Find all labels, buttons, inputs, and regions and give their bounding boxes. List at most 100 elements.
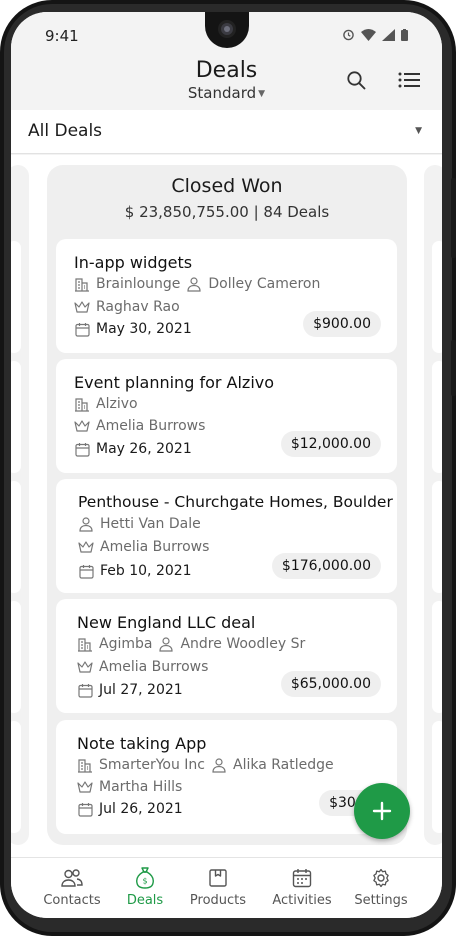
deal-title: In-app widgets [74,253,193,272]
partial-card [432,241,442,353]
crown-icon [74,299,90,315]
calendar-icon [74,441,90,457]
nav-deals[interactable]: $ Deals [107,866,183,908]
deal-title: Penthouse - Churchgate Homes, Boulder [78,493,393,511]
deal-owner: Amelia Burrows [96,418,206,434]
deal-amount: $65,000.00 [280,671,381,697]
deal-owner-row: Raghav Rao [74,299,180,315]
bottom-navigation: Contacts $ Deals Products Activities Set… [11,857,442,918]
deal-account-row: Brainlounge Dolley Cameron [74,276,320,292]
deal-account: SmarterYou Inc [99,757,205,773]
deal-owner: Amelia Burrows [99,659,209,675]
deal-owner-row: Martha Hills [77,779,182,795]
deal-account-row: Agimba Andre Woodley Sr [77,636,305,652]
deal-contact: Hetti Van Dale [100,516,201,532]
building-icon [74,276,90,292]
caret-down-icon: ▼ [258,88,266,99]
caret-down-icon: ▼ [415,126,422,136]
deal-title: Note taking App [77,734,207,753]
building-icon [74,396,90,412]
deal-date: Jul 26, 2021 [99,801,183,817]
deal-date-row: May 30, 2021 [74,321,192,337]
deal-card[interactable]: Event planning for Alzivo Alzivo Amelia … [56,359,397,473]
kanban-board[interactable]: Closed Won $ 23,850,755.00 | 84 Deals In… [11,155,442,857]
deal-card[interactable]: New England LLC deal Agimba Andre Woodle… [56,599,397,713]
deal-owner: Amelia Burrows [100,539,210,555]
page-title: Deals [195,58,258,83]
nav-deals-label: Deals [126,893,164,908]
person-icon [211,757,227,773]
next-stage-column[interactable] [424,165,442,845]
deal-amount: $176,000.00 [271,553,381,579]
partial-card [11,481,21,593]
partial-card [11,721,21,833]
deal-date: Jul 27, 2021 [99,682,183,698]
deal-account-row: SmarterYou Inc Alika Ratledge [77,757,334,773]
nav-contacts[interactable]: Contacts [34,866,110,908]
partial-card [432,361,442,473]
deal-amount: $900.00 [303,311,381,337]
deal-date: Feb 10, 2021 [100,563,192,579]
crown-icon [77,779,93,795]
add-deal-button[interactable] [354,783,410,839]
deal-account: Brainlounge [96,276,181,292]
deal-title: Event planning for Alzivo [74,373,275,392]
layout-selector[interactable]: Standard ▼ [11,84,442,102]
power-button [451,340,456,396]
status-time: 9:41 [45,27,79,45]
nav-settings[interactable]: Settings [343,866,419,908]
signal-icon [382,26,395,45]
deal-owner: Raghav Rao [96,299,180,315]
deal-card[interactable]: In-app widgets Brainlounge Dolley Camero… [56,239,397,353]
layout-selector-label: Standard [187,84,257,102]
nav-products[interactable]: Products [180,866,256,908]
list-icon [398,72,420,88]
settings-gear-icon [343,866,419,890]
screen: 9:41 Deals Standard ▼ All Deals ▼ Closed… [11,12,442,918]
deal-contact-row: Hetti Van Dale [78,516,201,532]
svg-text:$: $ [142,877,147,886]
calendar-icon [74,321,90,337]
person-icon [78,516,94,532]
search-icon [347,71,366,90]
list-view-button[interactable] [395,66,423,94]
calendar-icon [77,682,93,698]
deal-owner-row: Amelia Burrows [77,659,208,675]
deal-amount: $12,000.00 [280,431,381,457]
nav-contacts-label: Contacts [43,893,101,908]
calendar-icon [78,563,94,579]
person-icon [186,276,202,292]
search-button[interactable] [342,66,370,94]
deal-owner-row: Amelia Burrows [78,539,209,555]
nav-activities[interactable]: Activities [264,866,340,908]
deal-date-row: Jul 26, 2021 [77,801,183,817]
deals-bag-icon: $ [107,866,183,890]
previous-stage-column[interactable] [11,165,29,845]
app-header: Deals Standard ▼ [11,58,442,110]
volume-button [451,178,456,258]
deal-owner-row: Amelia Burrows [74,418,205,434]
partial-card [11,601,21,713]
deal-card[interactable]: Note taking App SmarterYou Inc Alika Rat… [56,720,397,834]
view-filter-label: All Deals [28,121,103,141]
crown-icon [78,539,94,555]
partial-card [432,721,442,833]
deal-owner: Martha Hills [99,779,183,795]
crown-icon [74,418,90,434]
deal-card[interactable]: Penthouse - Churchgate Homes, Boulder He… [56,479,397,593]
deal-account: Alzivo [96,396,138,412]
deal-contact: Andre Woodley Sr [180,636,306,652]
deal-date-row: May 26, 2021 [74,441,192,457]
view-filter-dropdown[interactable]: All Deals ▼ [11,110,442,154]
deal-date-row: Feb 10, 2021 [78,563,192,579]
nav-settings-label: Settings [354,893,408,908]
nav-activities-label: Activities [272,893,332,908]
contacts-icon [34,866,110,890]
battery-icon [401,26,408,45]
products-box-icon [180,866,256,890]
deal-contact: Alika Ratledge [233,757,334,773]
person-icon [158,636,174,652]
stage-summary: $ 23,850,755.00 | 84 Deals [124,203,330,221]
deal-title: New England LLC deal [77,613,256,632]
alarm-icon [342,26,355,45]
